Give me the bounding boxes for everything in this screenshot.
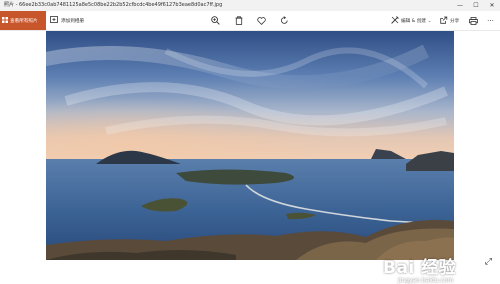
add-album-icon xyxy=(50,16,58,25)
share-button[interactable]: 分享 xyxy=(440,11,459,30)
rotate-icon[interactable] xyxy=(278,14,291,27)
chevron-down-icon: ⌄ xyxy=(427,18,432,23)
edit-create-label: 编辑 & 创建 xyxy=(401,18,426,24)
view-all-photos-label: 查看所有照片 xyxy=(10,18,38,24)
photo-viewer: Bai 经验 jingyan.baidu.com ⤢ xyxy=(0,31,500,284)
trash-icon[interactable] xyxy=(232,14,245,27)
edit-create-button[interactable]: 编辑 & 创建 ⌄ xyxy=(391,11,431,30)
view-all-photos-button[interactable]: 查看所有照片 xyxy=(0,11,46,30)
minimize-button[interactable]: — xyxy=(452,0,468,11)
window-title: 照片 - 66ee2b33c0ab7481125a8e5c08be22b2b52… xyxy=(4,2,223,8)
add-to-album-button[interactable]: 添加到相册 xyxy=(50,11,84,30)
maximize-button[interactable]: ☐ xyxy=(468,0,484,11)
close-button[interactable]: ✕ xyxy=(484,0,500,11)
window-controls: — ☐ ✕ xyxy=(452,0,500,11)
expand-icon[interactable]: ⤢ xyxy=(485,257,492,267)
share-icon xyxy=(440,16,448,26)
grid-icon xyxy=(2,16,8,25)
watermark-url: jingyan.baidu.com xyxy=(398,277,454,284)
landscape-photo xyxy=(46,31,454,260)
toolbar: 查看所有照片 添加到相册 编辑 & 创建 ⌄ 分享 ··· xyxy=(0,11,500,31)
watermark-logo: Bai 经验 xyxy=(383,258,457,278)
heart-icon[interactable] xyxy=(255,14,268,27)
zoom-in-icon[interactable] xyxy=(209,14,222,27)
share-label: 分享 xyxy=(450,18,460,24)
add-to-album-label: 添加到相册 xyxy=(61,18,84,24)
edit-icon xyxy=(391,15,399,26)
printer-icon[interactable] xyxy=(467,14,480,27)
more-icon[interactable]: ··· xyxy=(484,14,497,27)
